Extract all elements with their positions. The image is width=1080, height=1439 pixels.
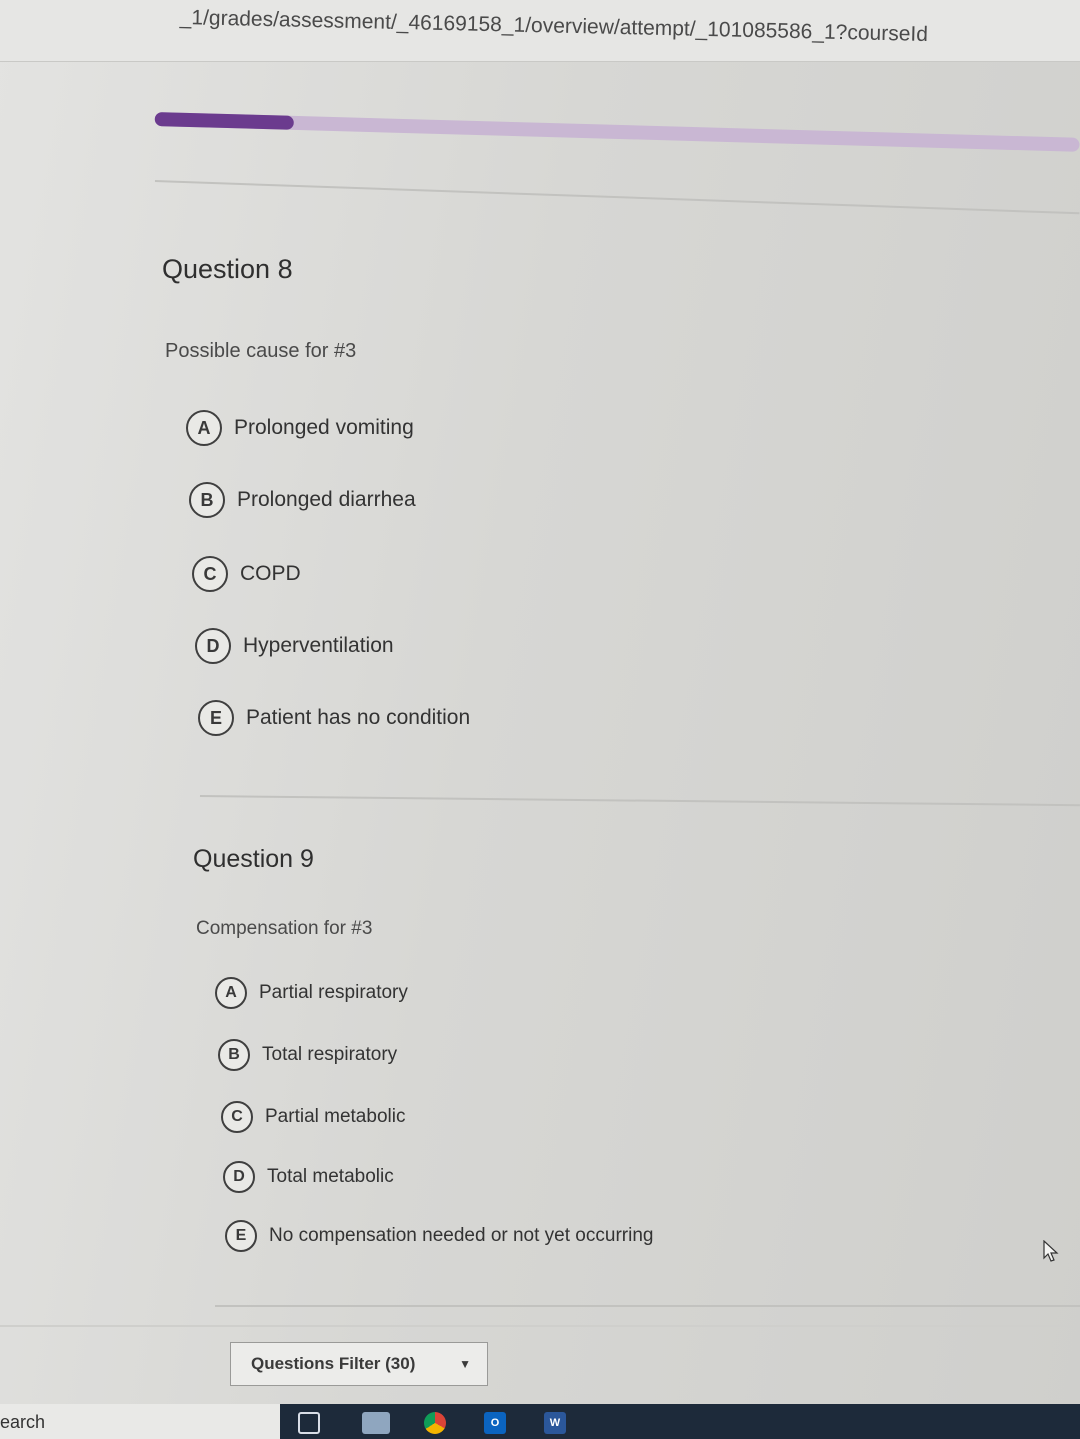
outlook-icon[interactable]: O <box>484 1412 506 1434</box>
answer-option[interactable]: B Total respiratory <box>218 1039 397 1071</box>
option-letter-circle[interactable]: E <box>225 1220 257 1252</box>
answer-option[interactable]: A Prolonged vomiting <box>186 410 414 446</box>
answer-option[interactable]: E Patient has no condition <box>198 700 470 736</box>
option-label: COPD <box>240 562 301 585</box>
windows-taskbar: earch O W <box>0 1404 1080 1439</box>
taskbar-search-box[interactable]: earch <box>0 1404 280 1439</box>
file-explorer-icon[interactable] <box>362 1412 390 1434</box>
option-label: Prolonged vomiting <box>234 416 414 439</box>
option-letter-circle[interactable]: D <box>223 1161 255 1193</box>
option-letter-circle[interactable]: C <box>192 556 228 592</box>
progress-fill <box>154 112 294 130</box>
option-letter-circle[interactable]: D <box>195 628 231 664</box>
answer-option[interactable]: E No compensation needed or not yet occu… <box>225 1220 653 1252</box>
option-label: Hyperventilation <box>243 634 394 657</box>
questions-filter-label: Questions Filter (30) <box>251 1354 416 1373</box>
divider <box>0 1325 1080 1327</box>
task-view-icon[interactable] <box>298 1412 320 1434</box>
word-icon[interactable]: W <box>544 1412 566 1434</box>
divider <box>215 1305 1080 1307</box>
option-letter-circle[interactable]: A <box>186 410 222 446</box>
progress-bar <box>154 112 1080 152</box>
divider <box>154 180 1080 215</box>
answer-option[interactable]: D Total metabolic <box>223 1161 394 1193</box>
option-label: Prolonged diarrhea <box>237 488 416 511</box>
chevron-down-icon: ▼ <box>459 1357 471 1371</box>
option-letter-circle[interactable]: B <box>218 1039 250 1071</box>
question-prompt: Possible cause for #3 <box>165 340 357 362</box>
divider <box>199 795 1080 807</box>
option-label: Patient has no condition <box>246 706 471 729</box>
answer-option[interactable]: B Prolonged diarrhea <box>189 482 416 518</box>
question-title: Question 9 <box>193 845 314 873</box>
outlook-letter: O <box>490 1417 500 1429</box>
answer-option[interactable]: A Partial respiratory <box>215 977 408 1009</box>
option-label: Total respiratory <box>262 1044 398 1065</box>
progress-track <box>154 112 1080 152</box>
option-letter-circle[interactable]: A <box>215 977 247 1009</box>
option-letter-circle[interactable]: C <box>221 1101 253 1133</box>
option-label: Total metabolic <box>267 1166 394 1187</box>
option-label: Partial respiratory <box>259 982 408 1003</box>
option-letter-circle[interactable]: E <box>198 700 234 736</box>
questions-filter-dropdown[interactable]: Questions Filter (30) ▼ <box>230 1342 488 1386</box>
browser-address-bar[interactable]: _1/grades/assessment/_46169158_1/overvie… <box>0 0 1080 62</box>
chrome-icon[interactable] <box>424 1412 446 1434</box>
option-letter-circle[interactable]: B <box>189 482 225 518</box>
question-prompt: Compensation for #3 <box>196 918 373 939</box>
option-label: Partial metabolic <box>265 1106 406 1127</box>
taskbar-search-text: earch <box>0 1412 46 1432</box>
url-text[interactable]: _1/grades/assessment/_46169158_1/overvie… <box>179 6 928 47</box>
mouse-pointer-icon <box>1043 1240 1059 1262</box>
answer-option[interactable]: D Hyperventilation <box>195 628 394 664</box>
answer-option[interactable]: C COPD <box>192 556 301 592</box>
answer-option[interactable]: C Partial metabolic <box>221 1101 405 1133</box>
word-letter: W <box>549 1417 561 1429</box>
option-label: No compensation needed or not yet occurr… <box>269 1225 654 1246</box>
question-title: Question 8 <box>162 254 293 284</box>
